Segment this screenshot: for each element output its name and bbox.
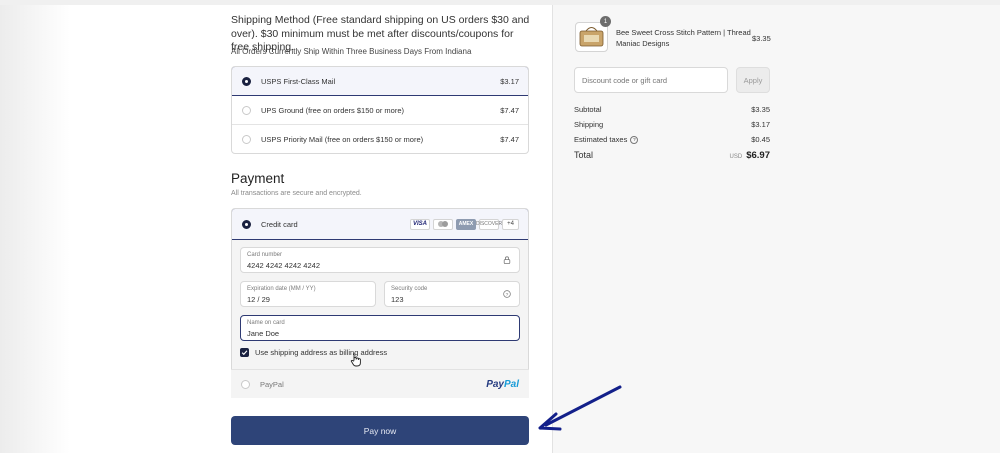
quantity-badge: 1 — [600, 16, 611, 27]
subtotal-row: Subtotal $3.35 — [574, 105, 770, 114]
name-on-card-value: Jane Doe — [247, 329, 280, 338]
paypal-logo-pal: Pal — [503, 378, 519, 390]
credit-card-label: Credit card — [261, 219, 298, 229]
shipping-option-label: UPS Ground (free on orders $150 or more) — [261, 105, 404, 115]
total-value: $6.97 — [746, 150, 770, 161]
more-cards-badge: +4 — [502, 218, 519, 230]
shipping-option-price: $7.47 — [500, 135, 519, 144]
estimated-taxes-row: Estimated taxes? $0.45 — [574, 135, 770, 145]
shipping-row: Shipping $3.17 — [574, 120, 770, 129]
shipping-option-label: USPS First-Class Mail — [261, 76, 336, 86]
discover-icon: DISCOVER — [476, 218, 502, 230]
lock-icon — [503, 256, 511, 264]
visa-icon: VISA — [410, 218, 430, 230]
subtotal-label: Subtotal — [574, 105, 602, 114]
shipping-label: Shipping — [574, 120, 604, 129]
billing-address-checkbox-row[interactable]: Use shipping address as billing address — [240, 348, 387, 357]
name-on-card-label: Name on card — [247, 320, 285, 326]
shipping-option-ups-ground[interactable]: UPS Ground (free on orders $150 or more)… — [232, 96, 528, 125]
radio-unselected[interactable] — [242, 105, 251, 115]
payment-option-credit-card[interactable]: Credit card VISA AMEX DISCOVER +4 — [232, 209, 528, 240]
info-icon[interactable]: ? — [630, 136, 639, 145]
shipping-option-label: USPS Priority Mail (free on orders $150 … — [261, 135, 424, 144]
card-brand-logos: VISA AMEX DISCOVER +4 — [410, 218, 519, 230]
radio-unselected[interactable] — [242, 135, 251, 144]
expiration-date-label: Expiration date (MM / YY) — [247, 286, 316, 292]
mastercard-icon — [433, 218, 453, 230]
name-on-card-field[interactable]: Name on card Jane Doe — [240, 315, 520, 341]
help-icon[interactable]: ? — [503, 290, 511, 298]
shipping-option-usps-first-class[interactable]: USPS First-Class Mail $3.17 — [232, 67, 528, 96]
checkmark-icon — [241, 350, 248, 356]
amex-icon: AMEX — [456, 218, 476, 230]
radio-unselected[interactable] — [241, 379, 250, 389]
paypal-logo-pay: Pay — [486, 378, 504, 390]
expiration-date-value: 12 / 29 — [247, 295, 270, 304]
discount-code-input[interactable] — [574, 67, 728, 93]
shipping-value: $3.17 — [751, 120, 770, 129]
shipping-option-price: $7.47 — [500, 105, 519, 115]
currency-code: USD — [729, 154, 743, 160]
billing-address-checkbox-label: Use shipping address as billing address — [255, 348, 388, 357]
apply-discount-button[interactable]: Apply — [736, 67, 770, 93]
total-label: Total — [574, 150, 594, 160]
radio-selected[interactable] — [242, 219, 251, 229]
total-row: Total USD $6.97 — [574, 150, 770, 161]
card-number-field[interactable]: Card number 4242 4242 4242 4242 — [240, 247, 520, 273]
annotation-arrow-icon — [538, 385, 622, 431]
product-name: Bee Sweet Cross Stitch Pattern | Thread … — [616, 28, 751, 48]
radio-selected[interactable] — [242, 76, 251, 86]
shipping-note: All Orders Currently Ship Within Three B… — [231, 47, 472, 56]
pay-now-button[interactable]: Pay now — [231, 416, 529, 445]
payment-title: Payment — [231, 171, 285, 186]
top-strip — [0, 0, 1000, 5]
svg-text:?: ? — [506, 292, 509, 298]
shipping-option-price: $3.17 — [500, 76, 519, 86]
estimated-taxes-label: Estimated taxes — [574, 135, 628, 144]
security-code-field[interactable]: Security code 123 ? — [384, 281, 520, 307]
billing-address-checkbox[interactable] — [240, 348, 249, 357]
payment-option-paypal[interactable]: PayPal PayPal — [231, 369, 529, 398]
estimated-taxes-value: $0.45 — [751, 135, 770, 144]
paypal-logo: PayPal — [486, 379, 519, 390]
subtotal-value: $3.35 — [751, 105, 770, 114]
shipping-option-usps-priority[interactable]: USPS Priority Mail (free on orders $150 … — [232, 125, 528, 153]
shipping-options: USPS First-Class Mail $3.17 UPS Ground (… — [231, 66, 529, 154]
paypal-label: PayPal — [260, 379, 284, 389]
product-price: $3.35 — [752, 34, 771, 43]
expiration-date-field[interactable]: Expiration date (MM / YY) 12 / 29 — [240, 281, 376, 307]
hand-cursor-icon — [350, 353, 361, 367]
card-number-value: 4242 4242 4242 4242 — [247, 261, 320, 270]
payment-subtitle: All transactions are secure and encrypte… — [231, 190, 362, 197]
page-edge-shade — [0, 0, 70, 453]
card-number-label: Card number — [247, 252, 283, 258]
security-code-label: Security code — [391, 286, 428, 292]
security-code-value: 123 — [391, 295, 404, 304]
